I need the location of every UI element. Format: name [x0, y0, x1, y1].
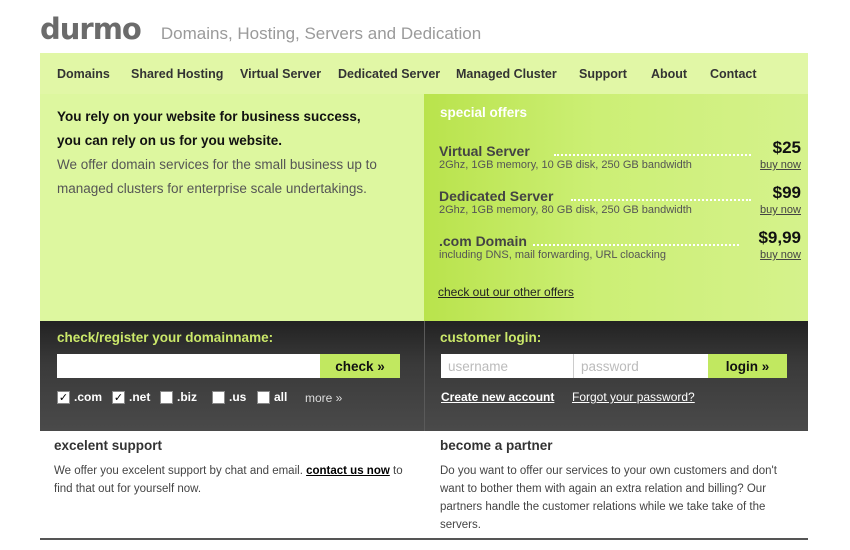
offer-description: including DNS, mail forwarding, URL cloa…: [439, 249, 667, 261]
hero-intro: You rely on your website for business su…: [40, 94, 424, 321]
checkbox-unchecked[interactable]: [212, 390, 225, 404]
contact-us-link[interactable]: contact us now: [306, 465, 390, 477]
username-field[interactable]: [441, 354, 574, 378]
offer-dots: [554, 154, 751, 156]
buy-now-link[interactable]: buy now: [760, 204, 801, 216]
tld-label: .us: [229, 390, 247, 404]
domain-check-title: check/register your domainname:: [57, 330, 274, 345]
tld-option-com[interactable]: ✓ .com: [57, 390, 102, 404]
site-tagline: Domains, Hosting, Servers and Dedication: [160, 24, 482, 43]
domain-search-input[interactable]: [57, 354, 320, 378]
tld-option-net[interactable]: ✓ .net: [112, 390, 150, 404]
offer-price: $9,99: [758, 228, 801, 247]
partner-text: Do you want to offer our services to you…: [440, 465, 777, 531]
tld-label: .net: [129, 390, 151, 404]
nav-item-about[interactable]: About: [651, 67, 687, 81]
action-band: check/register your domainname: check » …: [40, 321, 808, 431]
check-button[interactable]: check »: [320, 354, 400, 378]
hero-headline-line1: You rely on your website for business su…: [57, 109, 361, 124]
tld-label: .biz: [177, 390, 197, 404]
forgot-password-link[interactable]: Forgot your password?: [572, 390, 695, 404]
login-button[interactable]: login »: [708, 354, 787, 378]
special-offers-panel: special offers Virtual Server $25 2Ghz, …: [424, 94, 808, 321]
hero-headline: You rely on your website for business su…: [57, 105, 417, 153]
offer-item: Dedicated Server $99 2Ghz, 1GB memory, 8…: [439, 183, 801, 226]
offer-name: .com Domain: [439, 233, 527, 249]
buy-now-link[interactable]: buy now: [760, 159, 801, 171]
checkbox-checked[interactable]: ✓: [57, 390, 70, 404]
nav-item-managed-cluster[interactable]: Managed Cluster: [456, 67, 557, 81]
support-text-part: We offer you excelent support by chat an…: [54, 465, 303, 477]
checkbox-unchecked[interactable]: [257, 390, 270, 404]
nav-item-shared-hosting[interactable]: Shared Hosting: [131, 67, 223, 81]
nav-item-virtual-server[interactable]: Virtual Server: [240, 67, 321, 81]
tld-label: all: [274, 390, 288, 404]
checkbox-unchecked[interactable]: [160, 390, 173, 404]
offer-name: Virtual Server: [439, 143, 530, 159]
hero-description: We offer domain services for the small b…: [57, 157, 377, 196]
tld-option-us[interactable]: .us: [212, 390, 246, 404]
main-nav: Domains Shared Hosting Virtual Server De…: [40, 53, 808, 94]
offer-item: .com Domain $9,99 including DNS, mail fo…: [439, 228, 801, 271]
offer-description: 2Ghz, 1GB memory, 80 GB disk, 250 GB ban…: [439, 204, 692, 216]
nav-item-dedicated-server[interactable]: Dedicated Server: [338, 67, 440, 81]
hero-headline-line2: you can rely on us for you website.: [57, 133, 283, 148]
nav-item-domains[interactable]: Domains: [57, 67, 110, 81]
tld-option-all[interactable]: all: [257, 390, 287, 404]
divider: [424, 321, 425, 431]
more-tlds-link[interactable]: more »: [305, 391, 342, 405]
offer-dots: [571, 199, 751, 201]
offer-name: Dedicated Server: [439, 188, 554, 204]
offer-item: Virtual Server $25 2Ghz, 1GB memory, 10 …: [439, 138, 801, 181]
support-title: excelent support: [54, 438, 163, 453]
site-logo[interactable]: durmo: [40, 12, 142, 46]
offer-price: $25: [772, 138, 801, 157]
nav-item-support[interactable]: Support: [579, 67, 627, 81]
offer-dots: [533, 244, 739, 246]
tld-label: .com: [74, 390, 103, 404]
offer-price: $99: [772, 183, 801, 202]
support-text: We offer you excelent support by chat an…: [54, 462, 419, 498]
footer-divider: [40, 538, 808, 540]
nav-item-contact[interactable]: Contact: [710, 67, 757, 81]
special-offers-title: special offers: [440, 105, 528, 120]
partner-title: become a partner: [440, 438, 553, 453]
checkbox-checked[interactable]: ✓: [112, 390, 125, 404]
customer-login-title: customer login:: [440, 330, 542, 345]
site-header: durmo Domains, Hosting, Servers and Dedi…: [40, 12, 481, 48]
offer-description: 2Ghz, 1GB memory, 10 GB disk, 250 GB ban…: [439, 159, 692, 171]
tld-option-biz[interactable]: .biz: [160, 390, 197, 404]
buy-now-link[interactable]: buy now: [760, 249, 801, 261]
other-offers-link[interactable]: check out our other offers: [438, 285, 574, 299]
password-field[interactable]: [574, 354, 708, 378]
create-account-link[interactable]: Create new account: [441, 390, 554, 404]
